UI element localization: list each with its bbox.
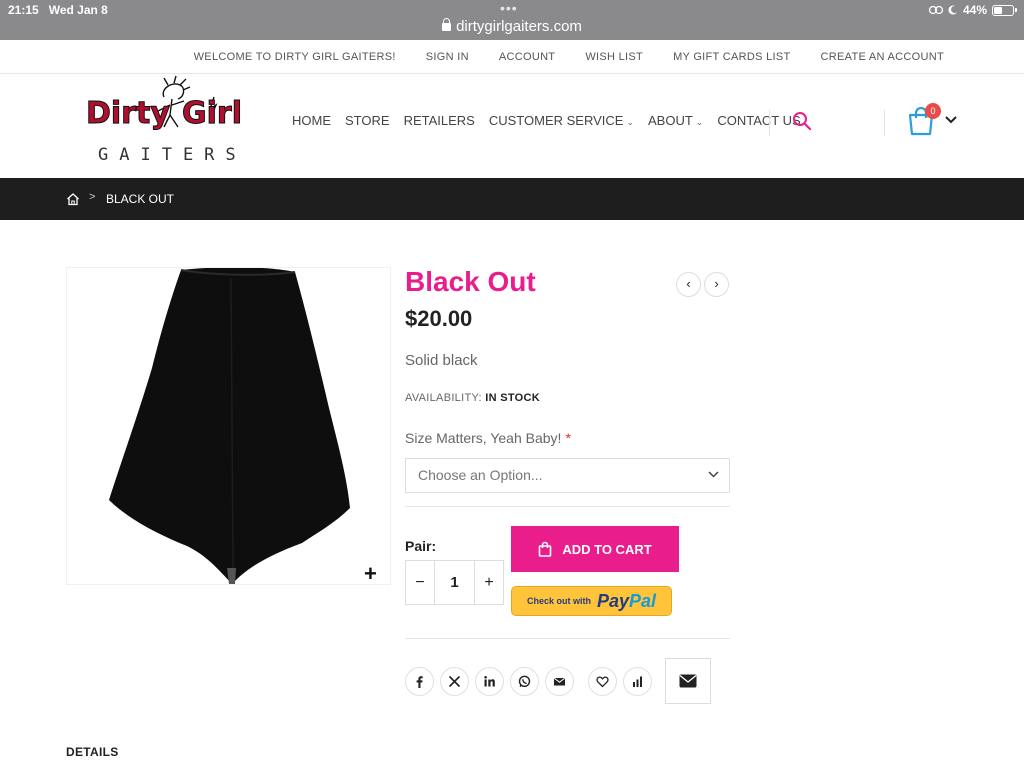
header-divider [884, 110, 885, 136]
top-link-wish-list[interactable]: WISH LIST [585, 51, 643, 63]
svg-text:Dirty: Dirty [86, 96, 170, 131]
browser-status-bar: 21:15 Wed Jan 8 ••• dirtygirlgaiters.com… [0, 0, 1024, 40]
add-to-cart-button[interactable]: ADD TO CART [511, 526, 679, 572]
site-logo[interactable]: Dirty Girl GAITERS [84, 75, 254, 170]
header-divider [769, 110, 770, 136]
quantity-increase-button[interactable]: + [475, 561, 503, 604]
availability: AVAILABILITY: IN STOCK [405, 392, 540, 404]
top-link-account[interactable]: ACCOUNT [499, 51, 556, 63]
chevron-down-icon [708, 459, 719, 492]
product-price: $20.00 [405, 306, 473, 331]
screen-mirror-icon [928, 5, 943, 15]
facebook-icon[interactable] [405, 667, 434, 696]
top-links-bar: WELCOME TO DIRTY GIRL GAITERS! SIGN IN A… [0, 40, 1024, 74]
nav-retailers[interactable]: RETAILERS [404, 113, 475, 128]
divider [405, 638, 730, 639]
status-time: 21:15 Wed Jan 8 [8, 3, 108, 17]
chevron-down-icon: ⌄ [626, 117, 634, 127]
compare-chart-icon[interactable] [623, 667, 652, 696]
email-share-icon[interactable] [545, 667, 574, 696]
nav-home[interactable]: HOME [292, 113, 331, 128]
product-image[interactable] [66, 267, 391, 585]
moon-icon [948, 5, 957, 15]
paypal-checkout-button[interactable]: Check out with PayPal [511, 586, 672, 616]
cart-dropdown-chevron-icon[interactable] [945, 113, 957, 127]
zoom-plus-icon[interactable]: + [364, 561, 377, 587]
nav-about[interactable]: ABOUT ⌄ [648, 113, 703, 128]
site-header: Dirty Girl GAITERS HOME STORE RETAILERS … [0, 75, 1024, 178]
whatsapp-icon[interactable] [510, 667, 539, 696]
x-twitter-icon[interactable] [440, 667, 469, 696]
battery-icon [992, 4, 1017, 16]
divider [405, 506, 730, 507]
nav-customer-service[interactable]: CUSTOMER SERVICE ⌄ [489, 113, 634, 128]
home-icon[interactable] [66, 192, 80, 206]
lock-icon [442, 18, 452, 31]
browser-menu-dots[interactable]: ••• [500, 0, 518, 16]
required-marker: * [565, 430, 571, 446]
top-link-create-account[interactable]: CREATE AN ACCOUNT [821, 51, 944, 63]
main-navigation: HOME STORE RETAILERS CUSTOMER SERVICE ⌄ A… [292, 113, 801, 128]
nav-store[interactable]: STORE [345, 113, 390, 128]
top-link-welcome: WELCOME TO DIRTY GIRL GAITERS! [193, 51, 396, 63]
breadcrumb-separator-icon: > [89, 191, 96, 203]
quantity-decrease-button[interactable]: − [406, 561, 434, 604]
gaiter-product-photo [109, 267, 350, 584]
cart-count-badge: 0 [925, 103, 941, 119]
size-option-label: Size Matters, Yeah Baby! * [405, 430, 571, 446]
svg-text:Girl: Girl [182, 96, 242, 131]
paypal-logo: PayPal [596, 590, 657, 611]
quantity-stepper: − 1 + [405, 560, 504, 605]
shopping-bag-icon [539, 541, 552, 557]
next-product-icon[interactable]: › [704, 272, 729, 297]
details-tab[interactable]: DETAILS [66, 745, 119, 759]
breadcrumb-current: BLACK OUT [106, 192, 175, 206]
breadcrumb: > BLACK OUT [0, 178, 1024, 220]
address-bar[interactable]: dirtygirlgaiters.com [0, 18, 1024, 35]
linkedin-icon[interactable] [475, 667, 504, 696]
top-link-sign-in[interactable]: SIGN IN [426, 51, 469, 63]
top-link-gift-cards[interactable]: MY GIFT CARDS LIST [673, 51, 790, 63]
email-friend-icon[interactable] [665, 658, 711, 704]
size-select[interactable]: Choose an Option... [405, 458, 730, 493]
prev-product-icon[interactable]: ‹ [676, 272, 701, 297]
status-indicators: 44% [928, 3, 1017, 17]
product-title: Black Out [405, 266, 536, 297]
quantity-input[interactable]: 1 [434, 561, 475, 604]
search-icon[interactable] [792, 111, 814, 133]
quantity-label: Pair: [405, 538, 437, 554]
chevron-down-icon: ⌄ [695, 117, 704, 127]
wishlist-heart-icon[interactable] [588, 667, 617, 696]
nav-contact[interactable]: CONTACT US [717, 113, 800, 128]
availability-status: IN STOCK [485, 392, 540, 404]
product-description: Solid black [405, 352, 478, 369]
svg-text:GAITERS: GAITERS [98, 145, 247, 165]
